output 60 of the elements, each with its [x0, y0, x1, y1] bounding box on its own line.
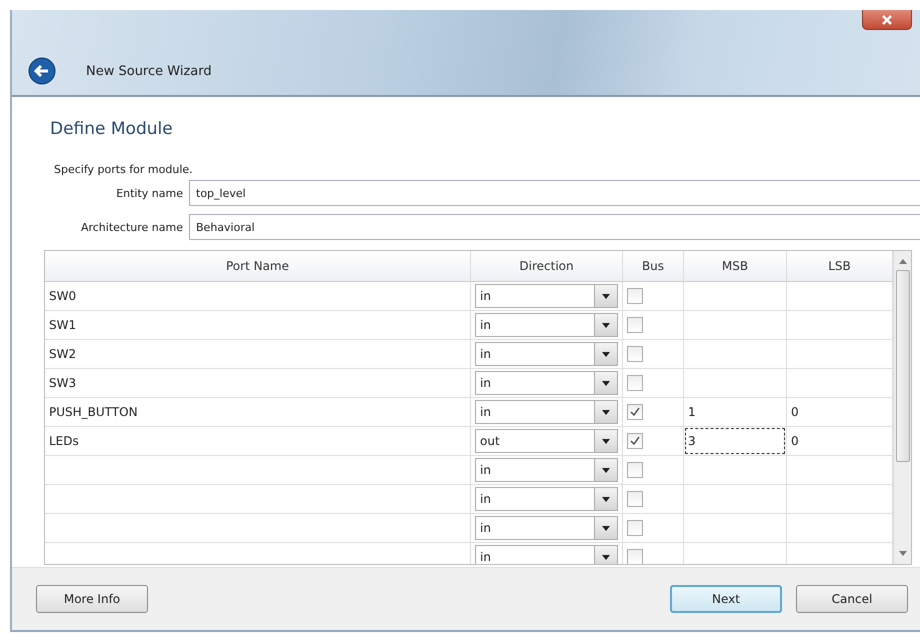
text-field[interactable]: Behavioral [189, 214, 920, 240]
column-header[interactable]: Bus [623, 251, 684, 281]
bus-checkbox[interactable] [627, 520, 643, 536]
direction-dropdown[interactable]: in [475, 342, 618, 366]
bus-checkbox[interactable] [627, 433, 643, 449]
close-icon [879, 14, 895, 26]
direction-dropdown[interactable]: in [475, 313, 618, 337]
text-field[interactable]: top_level [189, 180, 920, 206]
dropdown-arrow-icon [602, 438, 610, 444]
direction-dropdown[interactable]: in [475, 371, 618, 395]
field-label: Architecture name [80, 220, 183, 234]
table-cell[interactable]: SW3 [45, 369, 471, 397]
dropdown-arrow-icon [602, 294, 610, 298]
dropdown-arrow-icon [602, 322, 610, 328]
scroll-down-icon [898, 551, 906, 556]
dropdown-arrow-icon [602, 380, 610, 386]
close-button[interactable] [862, 10, 912, 30]
table-cell[interactable]: PUSH_BUTTON [45, 398, 471, 426]
field-label: Entity name [115, 186, 183, 200]
dropdown-arrow-icon [602, 554, 610, 560]
column-header[interactable]: Port Name [45, 251, 471, 281]
dropdown-arrow-icon [602, 352, 610, 356]
column-header[interactable]: MSB [684, 251, 787, 281]
table-cell[interactable]: 1 [685, 399, 785, 425]
page-heading: Define Module [50, 119, 174, 139]
scrollbar-thumb[interactable] [896, 270, 910, 462]
instruction-text: Specify ports for module. [54, 163, 194, 176]
direction-dropdown[interactable]: in [475, 487, 618, 511]
direction-dropdown[interactable]: in [475, 284, 618, 308]
direction-dropdown[interactable]: in [475, 516, 618, 540]
back-button[interactable] [28, 57, 56, 85]
dropdown-arrow-icon [602, 410, 610, 414]
bus-checkbox[interactable] [627, 317, 643, 333]
table-cell[interactable]: SW0 [45, 282, 471, 310]
dialog-button[interactable]: Next [670, 585, 782, 613]
table-cell[interactable]: SW2 [45, 340, 471, 368]
direction-dropdown[interactable]: in [475, 400, 618, 424]
dropdown-arrow-icon [602, 468, 610, 472]
direction-dropdown[interactable]: out [475, 429, 618, 453]
check-icon [630, 436, 640, 446]
scroll-up-icon [898, 259, 906, 264]
bus-checkbox[interactable] [627, 462, 643, 478]
bus-checkbox[interactable] [627, 346, 643, 362]
dropdown-arrow-icon [602, 526, 610, 530]
scrollbar[interactable] [893, 251, 911, 564]
table-cell[interactable]: LEDs [45, 427, 471, 455]
dialog-button[interactable]: More Info [36, 585, 148, 613]
dialog-button[interactable]: Cancel [796, 585, 908, 613]
bus-checkbox[interactable] [627, 491, 643, 507]
bus-checkbox[interactable] [627, 288, 643, 304]
table-cell[interactable]: 3 [685, 428, 785, 454]
bus-checkbox[interactable] [627, 549, 643, 564]
bus-checkbox[interactable] [627, 375, 643, 391]
column-header[interactable]: Direction [471, 251, 623, 281]
check-icon [630, 407, 640, 417]
direction-dropdown[interactable]: in [475, 458, 618, 482]
table-cell[interactable]: SW1 [45, 311, 471, 339]
bus-checkbox[interactable] [627, 404, 643, 420]
dropdown-arrow-icon [602, 496, 610, 502]
window-title: New Source Wizard [86, 64, 212, 78]
